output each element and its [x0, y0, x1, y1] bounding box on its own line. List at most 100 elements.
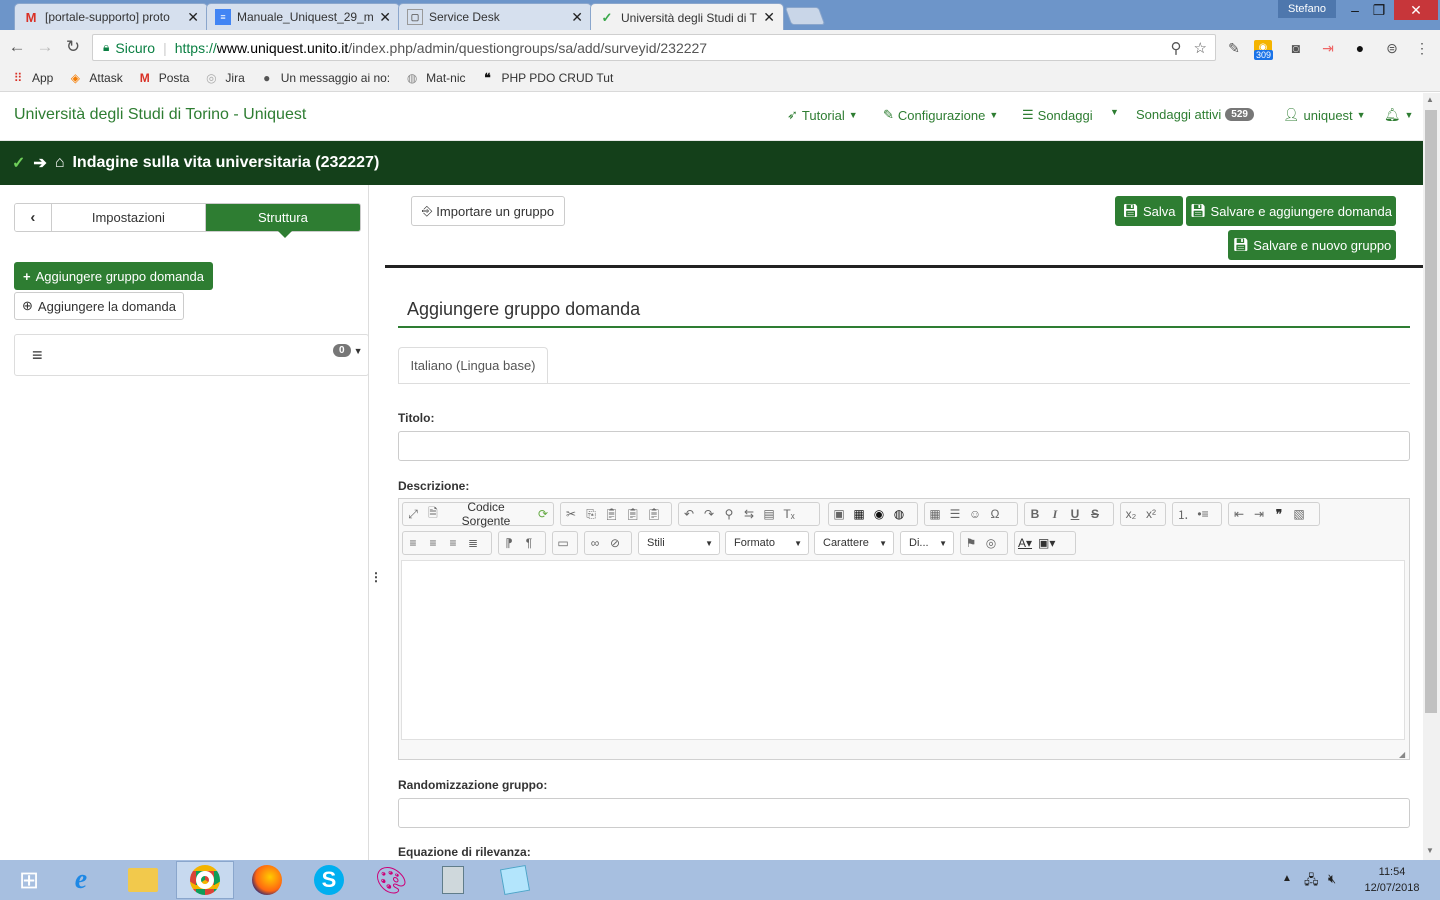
taskbar-explorer[interactable] — [114, 861, 172, 899]
back-icon[interactable]: ← — [6, 36, 28, 58]
bookmark-attask[interactable]: ◈ Attask — [67, 70, 123, 86]
scroll-down-icon[interactable]: ▼ — [1426, 846, 1434, 855]
replace-icon[interactable]: ⇆ — [742, 507, 756, 521]
globe-icon[interactable]: ◎ — [984, 536, 998, 550]
menu-dots-icon[interactable]: ⋮ — [1412, 38, 1432, 58]
randomization-input[interactable] — [398, 798, 1410, 828]
styles-dropdown[interactable]: Stili ▼ — [638, 531, 720, 555]
source-icon[interactable]: 🗎︎ — [426, 504, 440, 525]
align-justify-icon[interactable]: ≣ — [466, 536, 480, 550]
paste-text-icon[interactable]: 📋︎ — [625, 507, 640, 521]
close-tab-icon[interactable]: ✕ — [571, 9, 583, 26]
taskbar-clock[interactable]: 11:54 12/07/2018 — [1360, 864, 1424, 896]
unlink-icon[interactable]: ⊘ — [608, 536, 622, 550]
sondaggi-dropdown[interactable]: ▼ — [1110, 107, 1119, 117]
div-icon[interactable]: ▧ — [1292, 507, 1306, 521]
rtl-icon[interactable]: ¶ — [522, 536, 536, 550]
indent-icon[interactable]: ⇥ — [1252, 507, 1266, 521]
play-icon[interactable]: ◉ — [872, 507, 886, 521]
undo-icon[interactable]: ↶ — [682, 507, 696, 521]
save-add-question-button[interactable]: 💾︎ Salvare e aggiungere domanda — [1186, 196, 1396, 226]
sidebar-resize-handle[interactable]: ⋮ — [370, 570, 382, 584]
link-icon[interactable]: ∞ — [588, 536, 602, 550]
taskbar-chrome[interactable] — [176, 861, 234, 899]
eye-icon[interactable]: ● — [1350, 38, 1370, 58]
flag-icon[interactable]: ⚑ — [964, 536, 978, 550]
volume-icon[interactable]: 🔇︎ — [1328, 871, 1336, 887]
text-color-icon[interactable]: A▾ — [1018, 536, 1032, 550]
source-button-label[interactable]: Codice Sorgente — [442, 500, 530, 528]
tab-impostazioni[interactable]: Impostazioni — [51, 204, 206, 231]
scrollbar-thumb[interactable] — [1425, 110, 1437, 713]
nav-sondaggi[interactable]: ☰ Sondaggi — [1022, 107, 1093, 123]
bookmark-jira[interactable]: ◎ Jira — [203, 70, 245, 86]
bookmark-php[interactable]: ❝ PHP PDO CRUD Tut — [480, 70, 613, 86]
strike-icon[interactable]: S — [1088, 507, 1102, 521]
bullet-list-icon[interactable]: •≡ — [1196, 507, 1210, 521]
smiley-icon[interactable]: ☺ — [968, 507, 982, 521]
align-left-icon[interactable]: ≡ — [406, 536, 420, 550]
taskbar-calculator[interactable] — [424, 861, 482, 899]
star-icon[interactable]: ☆ — [1194, 39, 1207, 57]
tab-gmail[interactable]: M [portale-supporto] proto ✕ — [14, 3, 208, 30]
forward-icon[interactable]: → — [34, 36, 56, 58]
remove-format-icon[interactable]: Tₓ — [782, 507, 796, 521]
survey-title[interactable]: Indagine sulla vita universitaria (23222… — [72, 154, 379, 172]
nav-configurazione[interactable]: ✎ Configurazione ▼ — [883, 107, 998, 123]
outdent-icon[interactable]: ⇤ — [1232, 507, 1246, 521]
title-input[interactable] — [398, 431, 1410, 461]
image-icon[interactable]: ▣ — [832, 507, 846, 521]
address-bar[interactable]: 🔒︎ Sicuro | https://www.uniquest.unito.i… — [92, 34, 1216, 61]
network-icon[interactable]: 🖧︎ — [1304, 871, 1319, 893]
bookmark-posta[interactable]: M Posta — [137, 70, 190, 86]
close-tab-icon[interactable]: ✕ — [379, 9, 391, 26]
redo-icon[interactable]: ↷ — [702, 507, 716, 521]
explorer-count[interactable]: 0 ▼ — [333, 344, 362, 357]
hr-icon[interactable]: ☰ — [948, 507, 962, 521]
nav-notifications[interactable]: 🔔︎ ▼ — [1384, 107, 1413, 123]
maximize-icon[interactable]: ⤢ — [406, 507, 420, 522]
format-dropdown[interactable]: Formato ▼ — [725, 531, 809, 555]
bg-color-icon[interactable]: ▣▾ — [1038, 536, 1055, 550]
shield-icon[interactable]: ◙ — [1286, 38, 1306, 58]
scroll-up-icon[interactable]: ▲ — [1426, 95, 1434, 104]
import-group-button[interactable]: ⎆ Importare un gruppo — [411, 196, 565, 226]
start-button[interactable]: ⊞ — [0, 861, 58, 899]
close-tab-icon[interactable]: ✕ — [763, 9, 775, 26]
align-right-icon[interactable]: ≡ — [446, 536, 460, 550]
size-dropdown[interactable]: Di... ▼ — [900, 531, 954, 555]
add-question-group-button[interactable]: + Aggiungere gruppo domanda — [14, 262, 213, 290]
video-icon[interactable]: ▦ — [852, 507, 866, 521]
tab-struttura[interactable]: Struttura — [205, 204, 360, 231]
table-icon[interactable]: ▦ — [928, 507, 942, 521]
flash-icon[interactable]: ◍ — [892, 507, 906, 521]
omega-icon[interactable]: Ω — [988, 507, 1002, 521]
subscript-icon[interactable]: x₂ — [1124, 507, 1138, 521]
window-user-badge[interactable]: Stefano — [1278, 0, 1336, 18]
tab-service-desk[interactable]: ▢ Service Desk ✕ — [398, 3, 592, 30]
find-icon[interactable]: ⚲ — [722, 507, 736, 521]
home-icon[interactable]: ⌂ — [55, 154, 65, 172]
copy-icon[interactable]: ⎘ — [584, 507, 598, 522]
taskbar-paint[interactable]: 🎨︎ — [362, 861, 420, 899]
nav-sondaggi-attivi[interactable]: Sondaggi attivi 529 — [1136, 107, 1254, 122]
template-icon[interactable]: ⟳ — [536, 507, 550, 521]
close-window-icon[interactable]: ✕ — [1394, 0, 1438, 20]
collapse-sidebar-button[interactable]: ‹ — [15, 204, 52, 231]
restore-icon[interactable]: ❐ — [1364, 0, 1394, 20]
bold-icon[interactable]: B — [1028, 507, 1042, 521]
cut-icon[interactable]: ✂ — [564, 507, 578, 521]
ltr-icon[interactable]: ⁋ — [502, 536, 516, 550]
save-button[interactable]: 💾︎ Salva — [1115, 196, 1183, 226]
bookmark-app[interactable]: ⠿ App — [10, 70, 54, 86]
dropper-icon[interactable]: ✎ — [1224, 38, 1244, 58]
resize-grip-icon[interactable]: ◢ — [1399, 750, 1405, 759]
new-tab-button[interactable] — [784, 7, 826, 25]
tab-uniquest[interactable]: ✓ Università degli Studi di T ✕ — [590, 3, 784, 31]
description-editor-area[interactable] — [401, 560, 1405, 740]
tray-chevron-icon[interactable]: ▲ — [1282, 873, 1292, 884]
font-dropdown[interactable]: Carattere ▼ — [814, 531, 894, 555]
save-new-group-button[interactable]: 💾︎ Salvare e nuovo gruppo — [1228, 230, 1396, 260]
hamburger-icon[interactable]: ≡ — [32, 345, 43, 366]
blockquote-icon[interactable]: ❞ — [1272, 507, 1286, 521]
